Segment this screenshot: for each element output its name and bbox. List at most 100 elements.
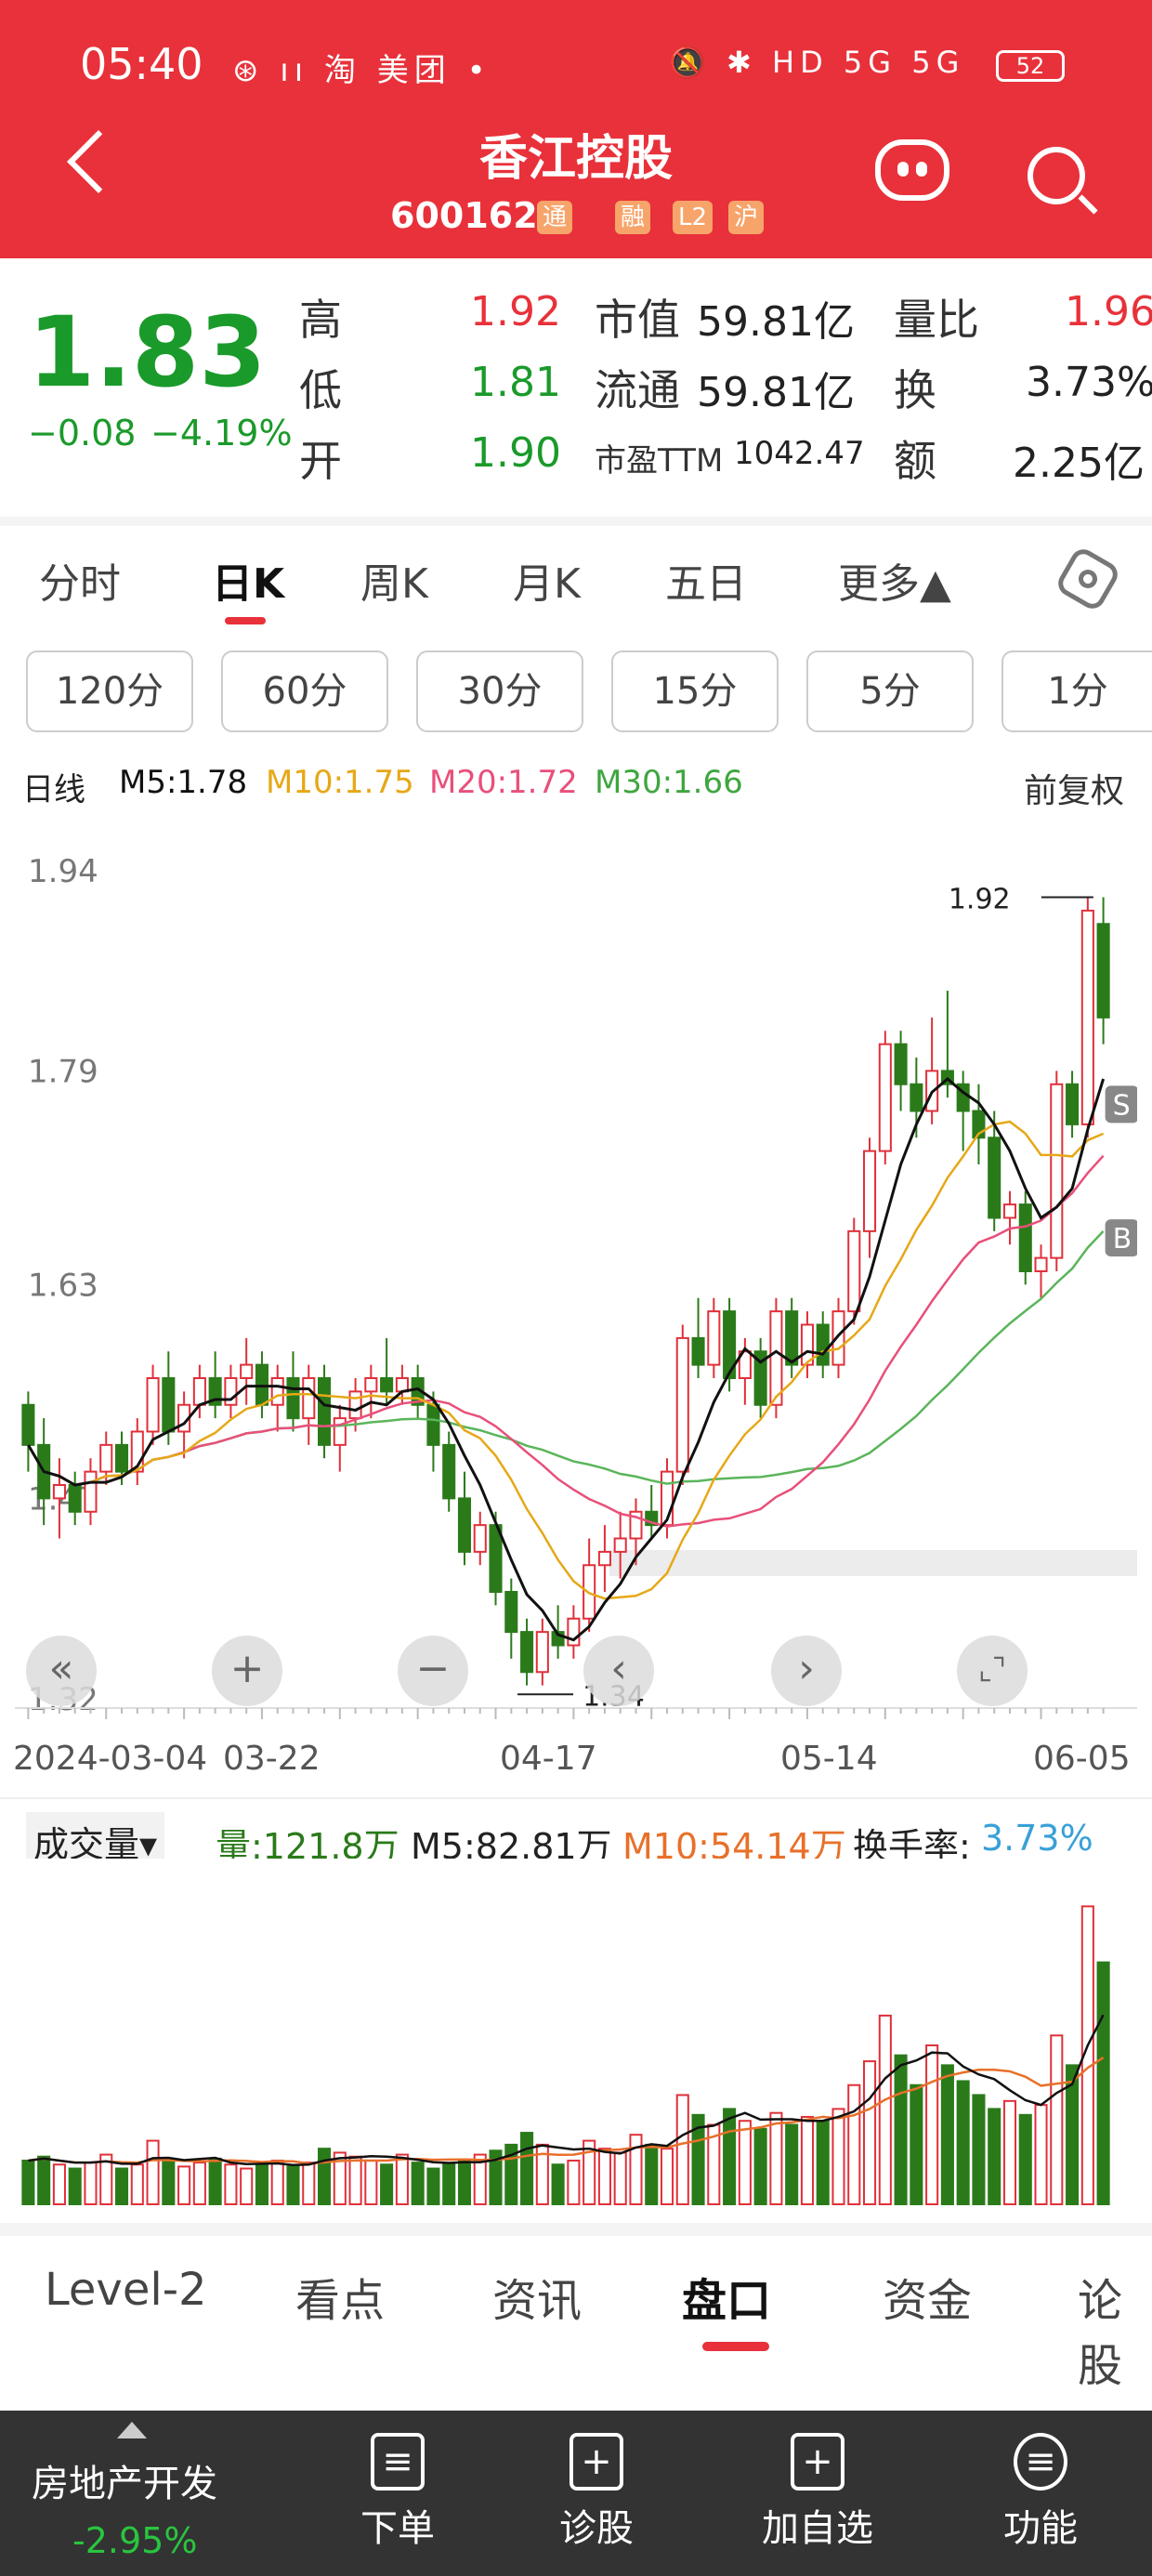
volume-bar: [1096, 1961, 1110, 2205]
tag-rong: 融: [615, 201, 651, 234]
zoom-in-button[interactable]: +: [212, 1636, 282, 1706]
fullscreen-button[interactable]: ⌞⌝: [957, 1636, 1028, 1706]
high-price-label: 1.92: [949, 884, 1011, 916]
date-label-end: 06-05: [1033, 1740, 1131, 1778]
candle-body: [68, 1484, 82, 1513]
volume-bar: [800, 2115, 814, 2206]
section-divider: [0, 517, 1152, 526]
candle-body: [816, 1323, 830, 1366]
nav-add-watch[interactable]: + 加自选: [725, 2433, 910, 2552]
tab-discussion[interactable]: 论股: [1078, 2264, 1152, 2394]
tab-intraday[interactable]: 分时: [39, 550, 121, 610]
nav-order[interactable]: ≡ 下单: [305, 2433, 491, 2552]
candle-body: [333, 1417, 347, 1446]
volume-bar: [255, 2163, 268, 2205]
value-volume-ratio: 1.96: [1065, 288, 1152, 335]
nav-add-watch-label: 加自选: [762, 2507, 873, 2550]
robot-assistant-icon[interactable]: [875, 139, 949, 201]
back-arrow-icon[interactable]: [67, 130, 130, 193]
candle-body: [114, 1443, 129, 1473]
tab-monthly-k[interactable]: 月K: [513, 550, 581, 610]
nav-diagnose[interactable]: + 诊股: [504, 2433, 689, 2552]
candle-body: [1066, 1083, 1080, 1125]
tab-order-book[interactable]: 盘口: [682, 2264, 771, 2329]
volume-bar: [723, 2108, 737, 2205]
candle-body: [348, 1390, 362, 1420]
volume-bar: [1018, 2113, 1032, 2205]
ma-legend-label: 日线: [22, 771, 85, 808]
candle-body: [473, 1524, 487, 1553]
candle-body: [380, 1377, 394, 1393]
y-tick-label: 1.94: [28, 853, 98, 890]
volume-bar: [162, 2159, 176, 2206]
search-icon[interactable]: [1028, 147, 1085, 204]
volume-bar: [894, 2054, 908, 2205]
volume-bar: [240, 2167, 254, 2205]
candle-body: [442, 1443, 456, 1500]
label-pe-ttm: 市盈TTM: [595, 442, 724, 480]
price-adjust-toggle[interactable]: 前复权: [1024, 764, 1124, 812]
volume-bar: [863, 2060, 877, 2205]
candle-body: [302, 1377, 316, 1420]
battery-icon: 52: [996, 50, 1065, 82]
candle-body: [597, 1550, 611, 1567]
button-60min[interactable]: 60分: [221, 651, 388, 732]
candle-body: [675, 1336, 689, 1473]
tab-more[interactable]: 更多▲: [838, 550, 951, 610]
value-float-cap: 59.81亿: [697, 369, 855, 416]
scroll-start-button[interactable]: «: [26, 1636, 97, 1706]
nav-functions[interactable]: ≡ 功能: [948, 2433, 1133, 2552]
tab-five-day[interactable]: 五日: [665, 550, 747, 610]
volume-bar: [660, 2148, 674, 2205]
sector-expand-icon[interactable]: [117, 2422, 147, 2438]
candle-body: [84, 1470, 98, 1513]
add-watch-icon: +: [791, 2433, 844, 2491]
tab-daily-k[interactable]: 日K: [212, 550, 284, 610]
button-1min[interactable]: 1分: [1001, 651, 1152, 732]
price-change: −0.08: [28, 413, 137, 453]
sector-change: -2.95%: [72, 2520, 198, 2561]
volume-bar: [146, 2139, 160, 2206]
label-market-cap: 市值: [595, 295, 680, 345]
volume-bar: [597, 2148, 611, 2205]
volume-bar: [208, 2157, 222, 2205]
candle-body: [21, 1403, 35, 1446]
label-open: 开: [299, 436, 342, 486]
tab-weekly-k[interactable]: 周K: [360, 550, 428, 610]
volume-bar: [831, 2108, 845, 2205]
button-30min[interactable]: 30分: [416, 651, 583, 732]
scroll-right-button[interactable]: ›: [771, 1636, 842, 1706]
tab-highlights[interactable]: 看点: [295, 2264, 385, 2329]
volume-bar: [457, 2159, 472, 2206]
candle-body: [1096, 923, 1110, 1019]
nav-functions-label: 功能: [1003, 2507, 1078, 2550]
candle-body: [240, 1363, 254, 1379]
sector-name[interactable]: 房地产开发: [32, 2453, 217, 2507]
volume-bar: [286, 2165, 300, 2206]
tab-news[interactable]: 资讯: [492, 2264, 582, 2329]
zoom-out-button[interactable]: −: [398, 1636, 468, 1706]
value-high: 1.92: [470, 288, 561, 335]
ma-legend-m10: M10:1.75: [266, 764, 414, 801]
button-120min[interactable]: 120分: [26, 651, 193, 732]
volume-bar: [769, 2111, 783, 2205]
button-5min[interactable]: 5分: [806, 651, 974, 732]
volume-bar: [318, 2148, 332, 2205]
button-15min[interactable]: 15分: [611, 651, 779, 732]
header-bar: 05:40 ⊛ ıı 淘 美团 • 🔕 ✱ HD 5G 5G 52 香江控股 6…: [0, 0, 1152, 258]
date-label-4: 05-14: [780, 1740, 878, 1778]
volume-bar: [68, 2167, 82, 2205]
candle-body: [520, 1631, 534, 1674]
volume-bar: [130, 2163, 144, 2205]
volume-bar: [567, 2159, 581, 2206]
tab-capital[interactable]: 资金: [883, 2264, 972, 2329]
chart-settings-icon[interactable]: [1054, 545, 1122, 613]
value-market-cap: 59.81亿: [697, 298, 855, 346]
volume-bar: [364, 2159, 378, 2206]
volume-bar: [270, 2159, 284, 2206]
volume-bar: [37, 2155, 51, 2206]
scroll-left-button[interactable]: ‹: [583, 1636, 654, 1706]
volume-bar: [613, 2151, 627, 2205]
tab-level2[interactable]: Level-2: [45, 2264, 207, 2316]
candlestick-chart[interactable]: 1.941.791.631.471.321.921.34SB: [15, 816, 1137, 1719]
